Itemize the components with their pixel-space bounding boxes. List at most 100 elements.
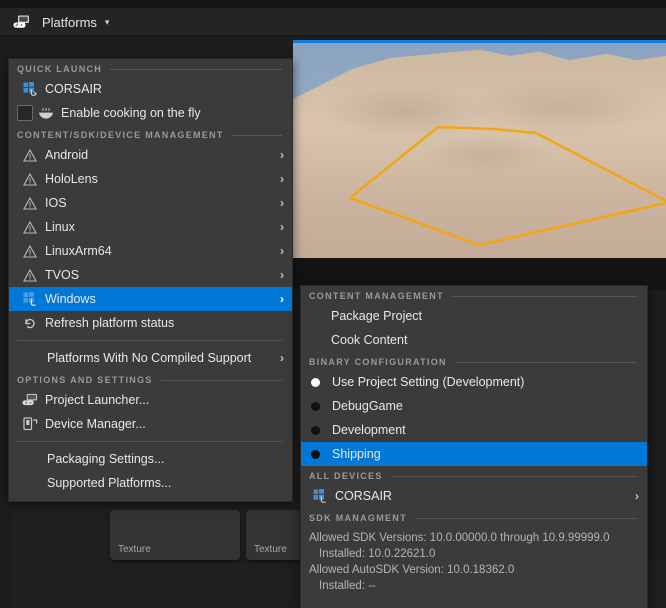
radio-debuggame[interactable] bbox=[311, 401, 320, 411]
windows-device-icon bbox=[311, 488, 329, 504]
menu-item-platforms-with-no-compiled-support[interactable]: Platforms With No Compiled Support › bbox=[9, 346, 292, 370]
radio-shipping[interactable] bbox=[311, 449, 320, 459]
radio-use-project-setting[interactable] bbox=[311, 377, 320, 387]
menu-item-label: Use Project Setting (Development) bbox=[332, 375, 525, 389]
menu-item-label: CORSAIR bbox=[45, 82, 102, 96]
section-divider bbox=[454, 361, 637, 363]
window-top-bar bbox=[0, 0, 666, 8]
warning-triangle-icon bbox=[21, 243, 39, 259]
section-divider bbox=[414, 517, 637, 519]
menu-item-linux[interactable]: Linux › bbox=[9, 215, 292, 239]
chevron-right-icon: › bbox=[280, 148, 284, 162]
enable-cooking-checkbox[interactable] bbox=[17, 105, 33, 121]
menu-item-label: Windows bbox=[45, 292, 96, 306]
section-header-binary-configuration: BINARY CONFIGURATION bbox=[301, 352, 647, 370]
menu-item-use-project-setting[interactable]: Use Project Setting (Development) bbox=[301, 370, 647, 394]
menu-item-debuggame[interactable]: DebugGame bbox=[301, 394, 647, 418]
menu-item-label: TVOS bbox=[45, 268, 80, 282]
menu-item-tvos[interactable]: TVOS › bbox=[9, 263, 292, 287]
menu-item-ios[interactable]: IOS › bbox=[9, 191, 292, 215]
menu-item-label: Supported Platforms... bbox=[47, 476, 172, 490]
sdk-allowed-autosdk-version: Allowed AutoSDK Version: 10.0.18362.0 bbox=[309, 564, 515, 576]
menu-item-cook-content[interactable]: Cook Content bbox=[301, 328, 647, 352]
asset-tile[interactable]: Texture bbox=[110, 510, 240, 560]
windows-logo-icon bbox=[21, 291, 39, 307]
menu-item-corsair-device[interactable]: CORSAIR › bbox=[301, 484, 647, 508]
menu-item-label: Development bbox=[332, 423, 406, 437]
level-viewport[interactable] bbox=[293, 40, 666, 258]
menu-item-enable-cooking-on-the-fly[interactable]: Enable cooking on the fly bbox=[9, 101, 292, 125]
gamepad-monitor-icon bbox=[21, 392, 39, 408]
section-divider bbox=[390, 475, 637, 477]
section-divider bbox=[110, 68, 282, 70]
warning-triangle-icon bbox=[21, 219, 39, 235]
chevron-right-icon: › bbox=[280, 292, 284, 306]
radio-development[interactable] bbox=[311, 425, 320, 435]
menu-item-package-project[interactable]: Package Project bbox=[301, 304, 647, 328]
menu-item-corsair[interactable]: CORSAIR bbox=[9, 77, 292, 101]
section-header-all-devices: ALL DEVICES bbox=[301, 466, 647, 484]
sdk-info-block: Allowed SDK Versions: 10.0.00000.0 throu… bbox=[301, 526, 647, 600]
platforms-button-label: Platforms bbox=[42, 14, 97, 30]
gamepad-monitor-icon bbox=[12, 14, 30, 30]
platforms-toolbar-button[interactable]: Platforms ▾ bbox=[8, 9, 117, 35]
menu-item-label: Platforms With No Compiled Support bbox=[47, 351, 252, 365]
asset-label: Texture bbox=[118, 544, 151, 555]
menu-item-label: IOS bbox=[45, 196, 67, 210]
menu-item-label: Package Project bbox=[331, 309, 423, 323]
section-title: CONTENT MANAGEMENT bbox=[309, 291, 444, 301]
menu-item-label: CORSAIR bbox=[335, 489, 392, 503]
menu-item-label: Cook Content bbox=[331, 333, 408, 347]
section-header-content-management: CONTENT MANAGEMENT bbox=[301, 286, 647, 304]
menu-item-label: Android bbox=[45, 148, 89, 162]
menu-item-hololens[interactable]: HoloLens › bbox=[9, 167, 292, 191]
menu-item-device-manager[interactable]: Device Manager... bbox=[9, 412, 292, 436]
menu-item-android[interactable]: Android › bbox=[9, 143, 292, 167]
menu-item-label: Refresh platform status bbox=[45, 316, 175, 330]
chevron-down-icon: ▾ bbox=[104, 16, 110, 27]
menu-item-shipping[interactable]: Shipping bbox=[301, 442, 647, 466]
windows-platform-submenu[interactable]: CONTENT MANAGEMENT Package Project Cook … bbox=[300, 285, 648, 608]
section-divider bbox=[160, 379, 282, 381]
warning-triangle-icon bbox=[21, 267, 39, 283]
menu-item-label: Enable cooking on the fly bbox=[61, 106, 201, 120]
section-header-content-sdk-device-management: CONTENT/SDK/DEVICE MANAGEMENT bbox=[9, 125, 292, 143]
asset-label: Texture bbox=[254, 544, 287, 555]
menu-item-label: DebugGame bbox=[332, 399, 403, 413]
section-header-sdk-managment: SDK MANAGMENT bbox=[301, 508, 647, 526]
warning-triangle-icon bbox=[21, 195, 39, 211]
refresh-icon bbox=[21, 315, 39, 331]
chevron-right-icon: › bbox=[635, 489, 639, 503]
menu-item-label: Linux bbox=[45, 220, 75, 234]
menu-item-label: Project Launcher... bbox=[45, 393, 150, 407]
section-title: OPTIONS AND SETTINGS bbox=[17, 375, 153, 385]
menu-item-supported-platforms[interactable]: Supported Platforms... bbox=[9, 471, 292, 495]
section-title: QUICK LAUNCH bbox=[17, 64, 103, 74]
menu-item-project-launcher[interactable]: Project Launcher... bbox=[9, 388, 292, 412]
warning-triangle-icon bbox=[21, 171, 39, 187]
menu-item-linuxarm64[interactable]: LinuxArm64 › bbox=[9, 239, 292, 263]
windows-device-icon bbox=[21, 81, 39, 97]
sdk-autosdk-installed: Installed: -- bbox=[319, 580, 376, 592]
section-title: CONTENT/SDK/DEVICE MANAGEMENT bbox=[17, 130, 224, 140]
menu-item-label: HoloLens bbox=[45, 172, 98, 186]
section-divider bbox=[231, 134, 282, 136]
chevron-right-icon: › bbox=[280, 196, 284, 210]
menu-item-label: Shipping bbox=[332, 447, 381, 461]
section-title: SDK MANAGMENT bbox=[309, 513, 407, 523]
platforms-menu[interactable]: QUICK LAUNCH CORSAIR Enable cooking on t… bbox=[8, 58, 293, 502]
section-divider bbox=[451, 295, 637, 297]
menu-item-packaging-settings[interactable]: Packaging Settings... bbox=[9, 447, 292, 471]
menu-item-development[interactable]: Development bbox=[301, 418, 647, 442]
sdk-allowed-versions: Allowed SDK Versions: 10.0.00000.0 throu… bbox=[309, 532, 610, 544]
menu-item-label: Device Manager... bbox=[45, 417, 146, 431]
section-title: BINARY CONFIGURATION bbox=[309, 357, 447, 367]
menu-item-label: LinuxArm64 bbox=[45, 244, 112, 258]
menu-item-refresh-platform-status[interactable]: Refresh platform status bbox=[9, 311, 292, 335]
chevron-right-icon: › bbox=[280, 172, 284, 186]
chevron-right-icon: › bbox=[280, 220, 284, 234]
chevron-right-icon: › bbox=[280, 351, 284, 365]
chevron-right-icon: › bbox=[280, 244, 284, 258]
section-title: ALL DEVICES bbox=[309, 471, 383, 481]
menu-item-windows[interactable]: Windows › bbox=[9, 287, 292, 311]
